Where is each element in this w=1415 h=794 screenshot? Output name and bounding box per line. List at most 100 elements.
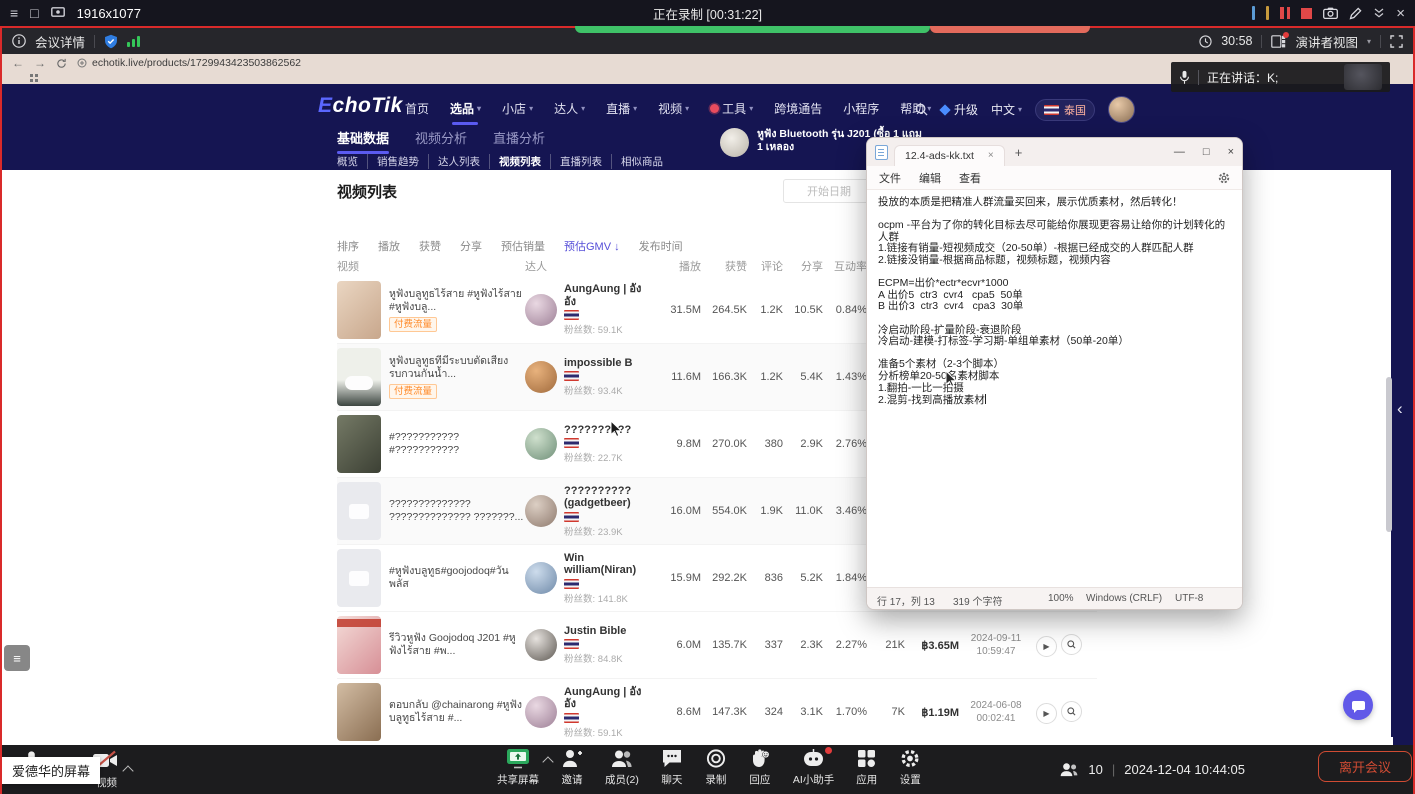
share-screen-button[interactable]: 共享屏幕 xyxy=(497,748,539,787)
address-bar[interactable]: echotik.live/products/172994342350386256… xyxy=(77,57,301,69)
shield-check-icon[interactable] xyxy=(104,34,118,49)
video-thumbnail[interactable] xyxy=(337,616,381,674)
ai-assistant-button[interactable]: AI小助手 xyxy=(793,748,834,787)
upgrade-button[interactable]: 升级 xyxy=(941,101,978,118)
leave-meeting-button[interactable]: 离开会议 xyxy=(1318,751,1412,782)
sort-est-sales[interactable]: 预估销量 xyxy=(501,238,545,254)
creator-name[interactable]: AungAung | อังอัง xyxy=(564,686,653,711)
back-icon[interactable]: ← xyxy=(12,57,24,69)
video-thumbnail-placeholder[interactable] xyxy=(337,549,381,607)
info-icon[interactable] xyxy=(12,34,26,48)
share-options-chevron[interactable] xyxy=(542,756,553,767)
notepad-titlebar[interactable]: 12.4-ads-kk.txt × + — □ × xyxy=(867,138,1242,166)
new-tab-icon[interactable]: + xyxy=(1015,145,1023,160)
video-thumbnail[interactable] xyxy=(337,683,381,741)
close-icon[interactable]: × xyxy=(1228,146,1234,158)
video-thumbnail[interactable] xyxy=(337,348,381,406)
stop-recording-button[interactable] xyxy=(1301,8,1312,19)
video-thumbnail-placeholder[interactable] xyxy=(337,482,381,540)
apps-grid-icon[interactable] xyxy=(30,74,38,82)
menu-icon[interactable]: ≡ xyxy=(10,6,18,20)
page-scrollbar[interactable] xyxy=(1386,377,1392,532)
network-signal-icon[interactable] xyxy=(127,35,140,47)
camera-snapshot-icon[interactable] xyxy=(1323,7,1338,19)
notepad-tab[interactable]: 12.4-ads-kk.txt × xyxy=(894,145,1005,166)
creator-avatar[interactable] xyxy=(525,294,557,326)
pencil-annotate-icon[interactable] xyxy=(1349,7,1362,20)
subnav-overview[interactable]: 概览 xyxy=(337,154,367,169)
encoding[interactable]: UTF-8 xyxy=(1175,593,1203,604)
search-icon[interactable] xyxy=(915,103,928,116)
subnav-influencer-list[interactable]: 达人列表 xyxy=(428,154,489,169)
support-chat-button[interactable] xyxy=(1343,690,1373,720)
refresh-icon[interactable] xyxy=(56,58,67,69)
screen-record-icon[interactable] xyxy=(51,7,65,19)
zoom-level[interactable]: 100% xyxy=(1048,593,1074,604)
subnav-video-list[interactable]: 视频列表 xyxy=(489,154,550,169)
sort-likes[interactable]: 获赞 xyxy=(419,238,441,254)
sort-est-gmv[interactable]: 预估GMV ↓ xyxy=(564,238,620,254)
sort-publish-time[interactable]: 发布时间 xyxy=(639,238,683,254)
video-title[interactable]: ตอบกลับ @chainarong #หูฟังบลูทูธไร้สาย #… xyxy=(389,699,525,725)
video-thumbnail[interactable] xyxy=(337,415,381,473)
apps-button[interactable]: 应用 xyxy=(856,748,877,787)
subnav-similar-products[interactable]: 相似商品 xyxy=(611,154,672,169)
meeting-panel-handle[interactable]: ≡ xyxy=(4,645,30,671)
play-video-button[interactable]: ▶ xyxy=(1036,636,1057,657)
inspect-video-button[interactable] xyxy=(1061,701,1082,722)
members-button[interactable]: 成员(2) xyxy=(605,748,639,787)
record-button[interactable]: 录制 xyxy=(705,748,727,787)
settings-button[interactable]: 设置 xyxy=(899,748,921,787)
tab-close-icon[interactable]: × xyxy=(988,150,994,161)
creator-avatar[interactable] xyxy=(525,562,557,594)
collapse-chevron-icon[interactable]: ‹ xyxy=(1397,399,1403,419)
creator-name[interactable]: AungAung | อังอัง xyxy=(564,283,653,308)
meeting-details-link[interactable]: 会议详情 xyxy=(35,32,85,51)
nav-crossborder[interactable]: 跨境通告 xyxy=(774,100,822,117)
subnav-sales-trend[interactable]: 销售趋势 xyxy=(367,154,428,169)
creator-avatar[interactable] xyxy=(525,428,557,460)
video-title[interactable]: #หูฟังบลูทูธ#goojodoq#วันพลัส xyxy=(389,565,525,591)
user-avatar[interactable] xyxy=(1108,96,1135,123)
tab-live-analysis[interactable]: 直播分析 xyxy=(493,128,545,147)
nav-shops[interactable]: 小店▾ xyxy=(502,100,533,117)
tab-video-analysis[interactable]: 视频分析 xyxy=(415,128,467,147)
close-icon[interactable]: × xyxy=(1396,6,1405,21)
video-title[interactable]: ?????????????? ?????????????? ???????... xyxy=(389,498,525,524)
camera-options-chevron[interactable] xyxy=(122,765,133,776)
creator-name[interactable]: Win william(Niran) xyxy=(564,552,653,577)
inspect-video-button[interactable] xyxy=(1061,634,1082,655)
minimize-icon[interactable]: — xyxy=(1174,146,1185,158)
play-video-button[interactable]: ▶ xyxy=(1036,703,1057,724)
video-thumbnail[interactable] xyxy=(337,281,381,339)
video-title[interactable]: หูฟังบลูทูธที่มีระบบตัดเสียงรบกวนกันน้ำ.… xyxy=(389,355,525,381)
participants-icon[interactable] xyxy=(1059,762,1079,777)
nav-home[interactable]: 首页 xyxy=(405,100,429,117)
video-title[interactable]: หูฟังบลูทูธไร้สาย #หูฟังไร้สาย #หูฟังบลู… xyxy=(389,288,525,314)
nav-products[interactable]: 选品▾ xyxy=(450,100,481,117)
sort-shares[interactable]: 分享 xyxy=(460,238,482,254)
creator-name[interactable]: ?????????? (gadgetbeer) xyxy=(564,485,653,510)
menu-edit[interactable]: 编辑 xyxy=(919,170,941,186)
table-row[interactable]: รีวิวหูฟัง Goojodoq J201 #หูฟังไร้สาย #พ… xyxy=(337,611,1097,678)
participant-count[interactable]: 10 xyxy=(1088,762,1102,777)
tab-basic-data[interactable]: 基础数据 xyxy=(337,128,389,147)
echotik-logo[interactable]: EchoTik xyxy=(318,94,403,118)
creator-avatar[interactable] xyxy=(525,495,557,527)
notepad-window[interactable]: 12.4-ads-kk.txt × + — □ × 文件 编辑 查看 投放的本质… xyxy=(866,137,1243,610)
start-date-input[interactable]: 开始日期 xyxy=(783,179,875,203)
chevron-double-down-icon[interactable] xyxy=(1373,7,1385,19)
chat-button[interactable]: 聊天 xyxy=(661,748,683,787)
nav-miniapp[interactable]: 小程序 xyxy=(843,100,879,117)
creator-avatar[interactable] xyxy=(525,361,557,393)
creator-name[interactable]: Justin Bible xyxy=(564,625,626,638)
nav-influencers[interactable]: 达人▾ xyxy=(554,100,585,117)
nav-live[interactable]: 直播▾ xyxy=(606,100,637,117)
creator-name[interactable]: ?????????? xyxy=(564,424,631,437)
country-selector[interactable]: 泰国 xyxy=(1035,99,1095,121)
view-mode-button[interactable]: 演讲者视图 xyxy=(1295,32,1358,51)
speaker-view-icon[interactable] xyxy=(1271,35,1286,48)
nav-tools[interactable]: 工具▾ xyxy=(710,100,753,117)
maximize-icon[interactable]: □ xyxy=(1203,146,1210,158)
video-title[interactable]: รีวิวหูฟัง Goojodoq J201 #หูฟังไร้สาย #พ… xyxy=(389,632,525,658)
